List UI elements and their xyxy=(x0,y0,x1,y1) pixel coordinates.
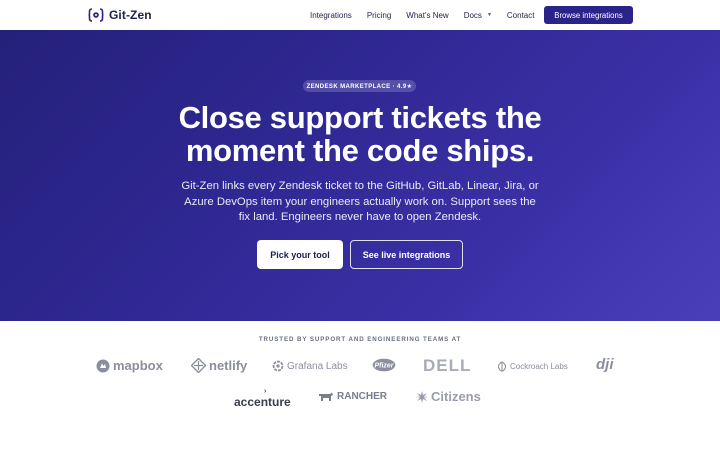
marketplace-badge: ZENDESK MARKETPLACE · 4.9★ xyxy=(303,80,416,92)
logo-label: DELL xyxy=(423,356,472,375)
bracket-gear-icon xyxy=(88,8,104,22)
headline-line-1: Close support tickets the xyxy=(178,100,542,135)
brand-logo[interactable]: Git-Zen xyxy=(88,6,152,24)
hero-subtitle: Git-Zen links every Zendesk ticket to th… xyxy=(181,180,539,223)
nav-link-label: Contact xyxy=(506,10,535,20)
logo-label: accenture xyxy=(234,395,291,409)
headline-line-2: moment the code ships. xyxy=(185,133,535,168)
browse-integrations-button[interactable]: Browse integrations xyxy=(544,6,633,24)
logo-label: Grafana Labs xyxy=(287,360,348,372)
rancher-icon xyxy=(319,392,333,401)
cockroach-icon xyxy=(497,361,507,372)
top-nav: Git-Zen Integrations Pricing What's New … xyxy=(0,0,720,30)
chevron-down-icon: ▼ xyxy=(486,12,492,18)
brand-name: Git-Zen xyxy=(109,8,152,22)
nav-link-docs[interactable]: Docs ▼ xyxy=(464,11,492,20)
pick-your-tool-button[interactable]: Pick your tool xyxy=(257,240,343,269)
see-live-integrations-button[interactable]: See live integrations xyxy=(350,240,463,269)
nav-link-whats-new[interactable]: What's New xyxy=(406,11,448,20)
hero-headline: Close support tickets the moment the cod… xyxy=(0,101,720,167)
hero-section xyxy=(0,30,720,321)
rancher-logo: RANCHER xyxy=(318,391,387,402)
nav-link-integrations[interactable]: Integrations xyxy=(310,11,352,20)
dell-logo: DELL xyxy=(423,356,471,376)
nav-link-label: Pricing xyxy=(366,10,392,20)
nav-link-label: Integrations xyxy=(310,10,352,20)
netlify-logo: netlify xyxy=(191,358,247,373)
citizens-icon xyxy=(416,390,428,403)
logo-label: netlify xyxy=(209,358,248,373)
nav-link-contact[interactable]: Contact xyxy=(507,11,535,20)
logo-label: mapbox xyxy=(113,358,163,373)
nav-link-label: Docs xyxy=(463,10,482,20)
logo-label: RANCHER xyxy=(337,391,387,402)
nav-links: Integrations Pricing What's New Docs ▼ Co… xyxy=(310,0,549,30)
pfizer-icon: Pfizer xyxy=(372,358,396,372)
grafana-icon xyxy=(272,360,284,372)
nav-link-label: What's New xyxy=(406,10,449,20)
pfizer-logo: Pfizer xyxy=(372,358,396,372)
mapbox-logo: mapbox xyxy=(96,358,163,373)
logo-label: Cockroach Labs xyxy=(510,362,568,371)
logo-label: dji xyxy=(596,356,614,373)
dji-logo: dji xyxy=(596,356,614,373)
mapbox-icon xyxy=(96,359,110,372)
accenture-logo: › accenture xyxy=(234,388,291,409)
logo-label: Citizens xyxy=(431,389,481,404)
grafana-logo: Grafana Labs xyxy=(272,360,348,372)
netlify-icon xyxy=(191,358,206,373)
trusted-heading: TRUSTED BY SUPPORT AND ENGINEERING TEAMS… xyxy=(258,336,462,343)
citizens-logo: Citizens xyxy=(416,389,481,404)
nav-link-pricing[interactable]: Pricing xyxy=(367,11,391,20)
cockroach-labs-logo: Cockroach Labs xyxy=(497,361,568,372)
pfizer-wordmark: Pfizer xyxy=(374,363,394,370)
